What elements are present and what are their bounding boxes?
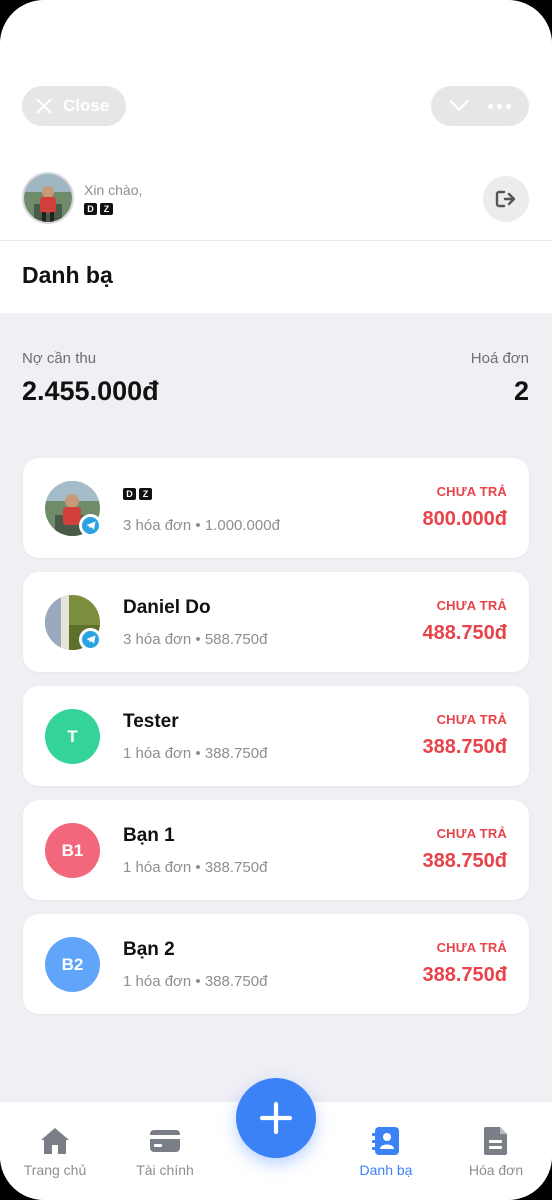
contact-name: Bạn 1 [123,825,175,846]
invoice-count-label: Hoá đơn [470,350,529,367]
more-dots-icon[interactable] [488,103,512,109]
contact-name: Bạn 2 [123,939,175,960]
telegram-icon [79,628,102,651]
invoice-count-value: 2 [513,376,529,406]
avatar: B1 [45,823,100,878]
contact-name: Daniel Do [123,597,211,618]
amount-due: 488.750đ [422,622,507,644]
avatar [45,595,102,651]
card-icon [150,1130,180,1152]
contact-card[interactable]: B2 Bạn 2 1 hóa đơn • 388.750đ CHƯA TRẢ 3… [23,914,529,1014]
divider [0,240,552,241]
tab-finance[interactable]: Tài chính [110,1126,220,1178]
close-label: Close [63,96,110,115]
avatar: T [45,709,100,764]
status-badge: CHƯA TRẢ [436,598,507,613]
contact-name: Tester [123,711,179,732]
contact-card[interactable]: D Z 3 hóa đơn • 1.000.000đ CHƯA TRẢ 800.… [23,458,529,558]
telegram-icon [79,514,102,537]
close-icon [34,96,54,116]
greeting-text: Xin chào, [84,181,143,198]
page-title: Danh bạ [22,262,113,288]
tab-label: Tài chính [136,1162,194,1178]
contact-card[interactable]: B1 Bạn 1 1 hóa đơn • 388.750đ CHƯA TRẢ 3… [23,800,529,900]
avatar[interactable] [22,172,74,224]
logout-button[interactable] [483,176,529,222]
contact-card[interactable]: T Tester 1 hóa đơn • 388.750đ CHƯA TRẢ 3… [23,686,529,786]
tab-contacts[interactable]: Danh bạ [331,1126,441,1178]
amount-due: 388.750đ [422,850,507,872]
contacts-icon [372,1127,399,1155]
add-button[interactable] [236,1078,316,1158]
contact-meta: 1 hóa đơn • 388.750đ [123,859,268,876]
chevron-down-icon[interactable] [449,96,469,116]
tab-label: Trang chủ [23,1162,87,1178]
contact-name: D Z [123,483,152,500]
contact-card[interactable]: Daniel Do 3 hóa đơn • 588.750đ CHƯA TRẢ … [23,572,529,672]
contact-meta: 3 hóa đơn • 588.750đ [123,631,268,648]
tab-home[interactable]: Trang chủ [0,1126,110,1178]
avatar: B2 [45,937,100,992]
user-name-badge: D Z [84,202,142,215]
status-badge: CHƯA TRẢ [436,712,507,727]
amount-due: 800.000đ [422,508,507,530]
home-icon [41,1128,69,1154]
tab-invoices[interactable]: Hóa đơn [441,1126,551,1178]
status-badge: CHƯA TRẢ [436,940,507,955]
status-badge: CHƯA TRẢ [436,826,507,841]
plus-icon [259,1101,293,1135]
header: Close Xin chào, D Z Danh bạ [0,0,552,313]
invoice-icon [484,1127,507,1155]
debt-label: Nợ cần thu [22,350,97,367]
tab-label: Hóa đơn [468,1162,524,1178]
menu-pill [431,86,529,126]
tab-label: Danh bạ [359,1162,413,1178]
contact-meta: 1 hóa đơn • 388.750đ [123,973,268,990]
avatar [45,481,102,537]
status-badge: CHƯA TRẢ [436,484,507,499]
user-row: Xin chào, D Z [22,172,142,224]
close-button[interactable]: Close [22,86,126,126]
contact-meta: 1 hóa đơn • 388.750đ [123,745,268,762]
logout-icon [495,190,516,208]
amount-due: 388.750đ [422,964,507,986]
amount-due: 388.750đ [422,736,507,758]
app-screen: Close Xin chào, D Z Danh bạ Nợ cần thu 2… [0,0,552,1200]
debt-value: 2.455.000đ [22,376,159,406]
contact-meta: 3 hóa đơn • 1.000.000đ [123,517,280,534]
